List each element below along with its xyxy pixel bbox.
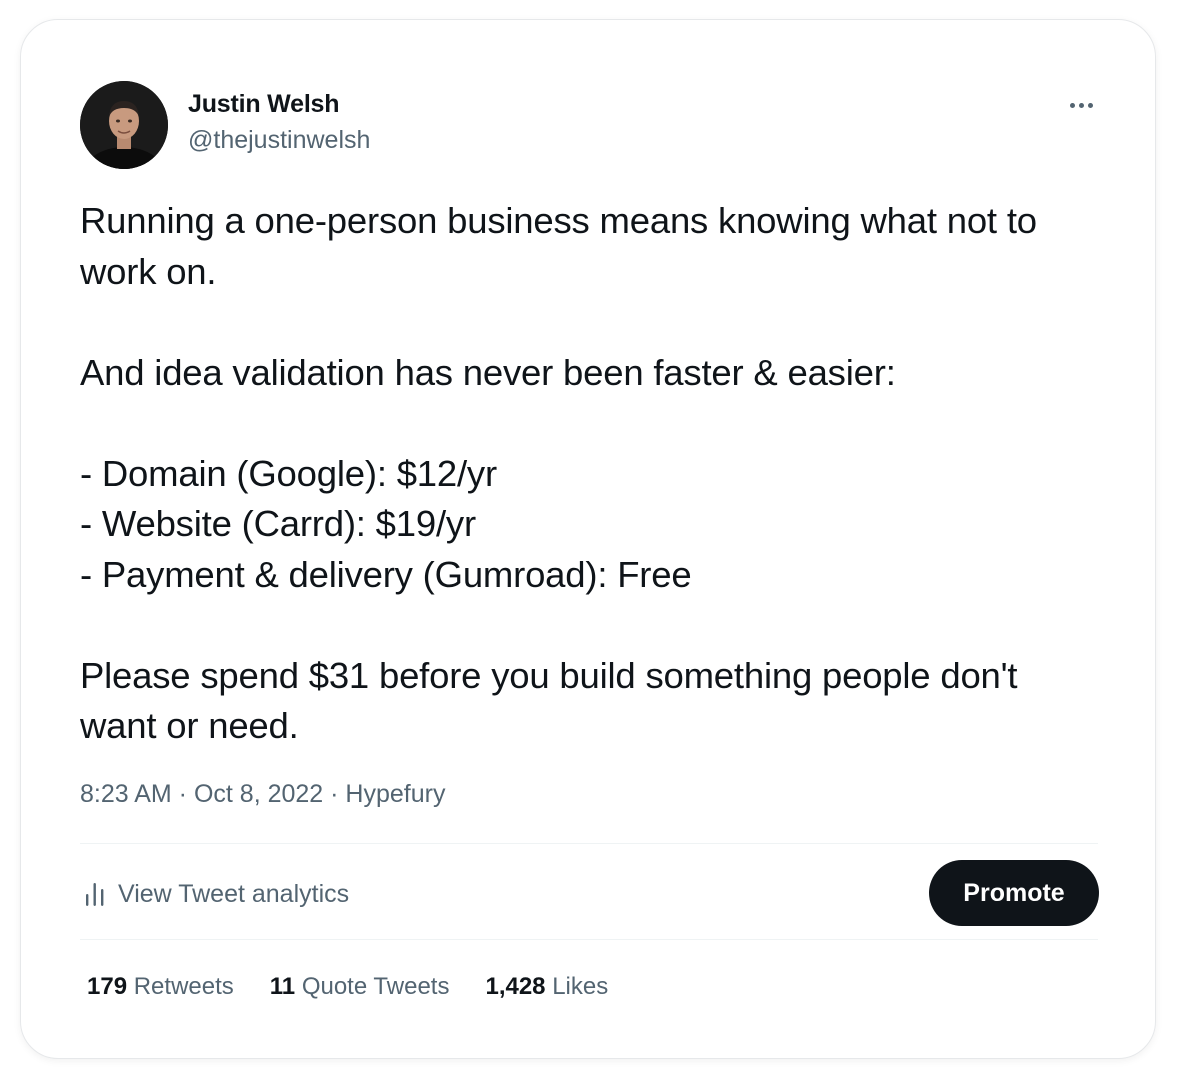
tweet-source[interactable]: Hypefury: [345, 780, 445, 808]
divider: [80, 939, 1098, 940]
promote-button[interactable]: Promote: [929, 860, 1099, 926]
analytics-bars-icon: [84, 880, 106, 908]
likes-label: Likes: [552, 973, 609, 1000]
quotes-count: 11: [269, 973, 296, 1000]
author-name[interactable]: Justin Welsh: [188, 90, 340, 119]
tweet-text: Running a one-person business means know…: [80, 196, 1100, 752]
more-dot: [1087, 102, 1093, 108]
tweet-date[interactable]: Oct 8, 2022: [194, 780, 323, 808]
tweet-paragraph: Please spend $31 before you build someth…: [80, 654, 1028, 747]
divider: [80, 843, 1098, 844]
tweet-time[interactable]: 8:23 AM: [80, 780, 172, 808]
retweets-count: 179: [87, 973, 128, 1000]
likes-stat[interactable]: 1,428 Likes: [485, 973, 608, 1001]
retweets-label: Retweets: [133, 973, 234, 1000]
tweet-meta: 8:23 AM · Oct 8, 2022 · Hypefury: [80, 780, 445, 809]
meta-separator: ·: [171, 780, 194, 808]
meta-separator: ·: [323, 780, 346, 808]
view-analytics-link[interactable]: View Tweet analytics: [84, 876, 349, 912]
tweet-stats: 179 Retweets 11 Quote Tweets 1,428 Likes: [87, 973, 608, 1001]
tweet-paragraph: - Domain (Google): $12/yr - Website (Car…: [80, 452, 692, 595]
quote-tweets-stat[interactable]: 11 Quote Tweets: [270, 973, 450, 1001]
author-handle[interactable]: @thejustinwelsh: [188, 126, 370, 155]
quotes-label: Quote Tweets: [301, 973, 450, 1000]
tweet-blank-line: [80, 398, 1100, 449]
tweet-paragraph: And idea validation has never been faste…: [80, 351, 896, 393]
analytics-label: View Tweet analytics: [118, 879, 350, 908]
more-icon[interactable]: [1061, 92, 1101, 118]
tweet-blank-line: [80, 297, 1100, 348]
tweet-card: Justin Welsh @thejustinwelsh Running a o…: [20, 19, 1156, 1059]
more-dot: [1069, 102, 1075, 108]
avatar[interactable]: [80, 81, 168, 169]
more-dot: [1078, 102, 1084, 108]
tweet-blank-line: [80, 600, 1100, 651]
tweet-paragraph: Running a one-person business means know…: [80, 200, 1047, 292]
likes-count: 1,428: [485, 973, 546, 1000]
retweets-stat[interactable]: 179 Retweets: [87, 973, 234, 1001]
